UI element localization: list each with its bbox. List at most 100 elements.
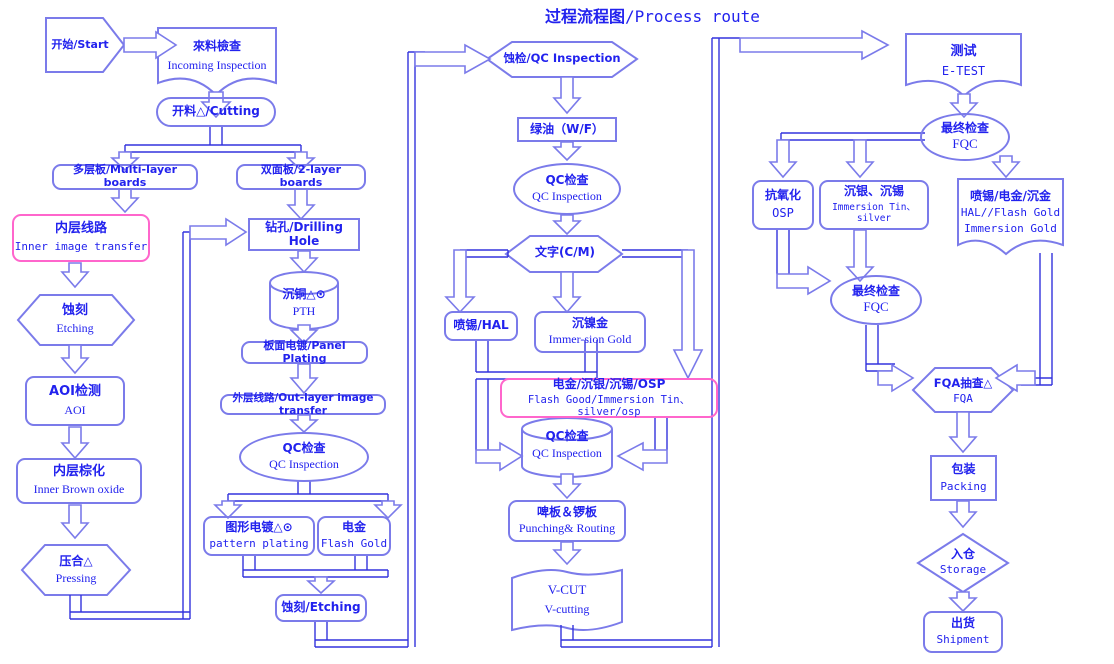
- node-pressing-en: Pressing: [55, 570, 97, 585]
- node-storage-en: Storage: [939, 562, 987, 576]
- node-incoming-inspection[interactable]: 來料檢查 Incoming Inspection: [158, 32, 276, 80]
- node-packing[interactable]: 包装 Packing: [930, 455, 997, 501]
- line-pressing-right: [70, 611, 190, 620]
- node-packing-cn: 包装: [951, 461, 976, 476]
- arrow-greenoil-to-qcwf: [552, 141, 582, 162]
- node-incoming-cn: 來料檢查: [192, 38, 241, 53]
- node-qc-inspection-hex[interactable]: 蚀检/QC Inspection: [497, 46, 627, 72]
- line-etchout-right: [315, 639, 408, 648]
- node-fqcmid-cn: 最终检查: [851, 284, 900, 299]
- node-aoi[interactable]: AOI检测 AOI: [25, 376, 125, 426]
- node-start[interactable]: 开始/Start: [40, 30, 120, 60]
- node-greenoil-cn: 绿油（W/F）: [530, 121, 604, 136]
- arrow-twolayer-to-drilling: [286, 188, 316, 221]
- line-osp-down: [776, 230, 790, 274]
- node-halgold-en2: Immersion Gold: [964, 221, 1057, 235]
- line-col4-up: [711, 38, 720, 647]
- line-fqcmid-down: [865, 325, 879, 364]
- node-multilayer-cn: 多层板/Multi-layer boards: [72, 163, 178, 189]
- arrow-etching-to-aoi: [60, 344, 90, 375]
- node-cutting[interactable]: 开料△/Cutting: [156, 97, 276, 127]
- node-surface-finish[interactable]: 电金/沉银/沉锡/OSP Flash Good/Immersion Tin、si…: [500, 377, 718, 418]
- arrow-hal-to-qcfinal: [475, 441, 524, 472]
- arrow-col3-to-qcinsp: [414, 43, 492, 75]
- node-qcfinal-en: QC Inspection: [532, 445, 602, 460]
- arrow-col4-to-etest: [739, 29, 890, 61]
- arrow-qcwf-to-legend: [552, 214, 582, 236]
- arrow-outer-to-qc: [288, 414, 320, 434]
- node-flashgold-en: Flash Gold: [320, 537, 388, 551]
- node-etching-inner[interactable]: 蚀刻 Etching: [25, 298, 125, 342]
- line-etch-bus-ends: [242, 570, 389, 577]
- node-hal-cn: 喷锡/HAL: [453, 318, 509, 333]
- node-drilling-hole[interactable]: 钻孔/Drilling Hole: [248, 218, 360, 251]
- node-legend-cm[interactable]: 文字(C/M): [520, 241, 610, 265]
- node-immtin-cn: 沉银、沉锡: [843, 184, 904, 199]
- node-green-oil[interactable]: 绿油（W/F）: [517, 117, 617, 142]
- arrow-fqa-to-packing: [948, 411, 978, 454]
- node-fqc-top[interactable]: 最终检查 FQC: [920, 113, 1010, 161]
- node-storage-cn: 入仓: [950, 546, 975, 561]
- node-qcouter-cn: QC检查: [282, 441, 326, 456]
- arrow-brown-to-pressing: [60, 504, 90, 540]
- node-pressing[interactable]: 压合△ Pressing: [30, 548, 122, 592]
- node-pattern-cn: 图形电镀△⊙: [225, 520, 293, 535]
- arrow-storage-to-shipment: [948, 591, 978, 613]
- node-hal[interactable]: 喷锡/HAL: [444, 311, 518, 341]
- arrow-fqc-to-immtin: [845, 139, 875, 179]
- node-etching-inner-en: Etching: [56, 321, 94, 336]
- node-fqctop-cn: 最终检查: [940, 121, 989, 136]
- node-multilayer-boards[interactable]: 多层板/Multi-layer boards: [52, 163, 198, 190]
- node-flash-gold[interactable]: 电金 Flash Gold: [317, 516, 391, 556]
- node-etching-outer[interactable]: 蚀刻/Etching: [275, 594, 367, 622]
- arrow-osp-to-fqcmid: [776, 265, 832, 296]
- node-inner-image-transfer[interactable]: 内层线路 Inner image transfer: [12, 214, 150, 262]
- line-cutting-bus-h: [125, 144, 301, 153]
- node-qcfinal-cn: QC检查: [545, 428, 589, 443]
- line-legend-left: [460, 249, 508, 258]
- node-fqc-mid[interactable]: 最终检查 FQC: [830, 275, 922, 325]
- arrow-qcinsp-to-greenoil: [552, 76, 582, 115]
- node-twolayer-cn: 双面板/2-layer boards: [260, 163, 342, 189]
- line-cutting-bus-ends: [124, 145, 302, 152]
- line-legend-right: [622, 249, 688, 258]
- node-panel-cn: 板面电镀/Panel Plating: [263, 338, 346, 365]
- arrow-punch-to-vcut: [552, 541, 582, 566]
- arrow-drilling-to-pth: [289, 250, 319, 274]
- line-fqctop-bus-h: [781, 132, 925, 141]
- node-qc-wf[interactable]: QC检查 QC Inspection: [513, 163, 621, 215]
- node-punching-routing[interactable]: 啤板＆锣板 Punching& Routing: [508, 500, 626, 542]
- node-aoi-cn: AOI检测: [49, 383, 101, 399]
- node-start-cn: 开始/Start: [51, 37, 109, 51]
- node-halgold-en: HAL//Flash Gold: [960, 206, 1061, 220]
- node-inner-brown-oxide[interactable]: 内层棕化 Inner Brown oxide: [16, 458, 142, 504]
- line-halgold-down: [1039, 253, 1053, 385]
- node-immersion-gold[interactable]: 沉镍金 Immer-sion Gold: [534, 311, 646, 353]
- node-shipment-en: Shipment: [936, 633, 990, 647]
- node-osp[interactable]: 抗氧化 OSP: [752, 180, 814, 230]
- node-storage[interactable]: 入仓 Storage: [923, 541, 1003, 583]
- node-etching-inner-cn: 蚀刻: [61, 303, 88, 319]
- node-drilling-cn: 钻孔/Drilling Hole: [265, 219, 343, 248]
- line-pattern-down: [242, 556, 256, 570]
- node-twolayer-boards[interactable]: 双面板/2-layer boards: [236, 163, 366, 190]
- arrow-legend-to-immgold: [552, 271, 582, 314]
- node-outer-image-transfer[interactable]: 外层线路/Out-layer image transfer: [220, 392, 386, 417]
- node-qc-outer[interactable]: QC检查 QC Inspection: [239, 432, 369, 482]
- node-osp-cn: 抗氧化: [764, 188, 801, 203]
- node-fqa[interactable]: FQA抽查△ FQA: [917, 371, 1009, 411]
- node-immgold-cn: 沉镍金: [571, 316, 608, 331]
- node-fqcmid-en: FQC: [863, 298, 889, 314]
- node-vcut[interactable]: V-CUT V-cutting: [514, 577, 620, 623]
- node-pth[interactable]: 沉铜△⊙ PTH: [262, 282, 346, 324]
- node-legend-cn: 文字(C/M): [534, 245, 596, 260]
- arrow-panel-to-outer: [289, 363, 319, 395]
- node-hal-flashgold-immgold[interactable]: 喷锡/电金/沉金 HAL//Flash Gold Immersion Gold: [958, 183, 1063, 243]
- node-etest[interactable]: 测试 E-TEST: [906, 38, 1021, 86]
- node-immersion-tin-silver[interactable]: 沉银、沉锡 Immersion Tin、silver: [819, 180, 929, 230]
- node-qc-final[interactable]: QC检查 QC Inspection: [522, 423, 612, 467]
- node-shipment[interactable]: 出货 Shipment: [923, 611, 1003, 653]
- line-etch-bus-h: [243, 569, 388, 578]
- node-panel-plating[interactable]: 板面电镀/Panel Plating: [241, 338, 368, 365]
- node-pattern-plating[interactable]: 图形电镀△⊙ pattern plating: [203, 516, 315, 556]
